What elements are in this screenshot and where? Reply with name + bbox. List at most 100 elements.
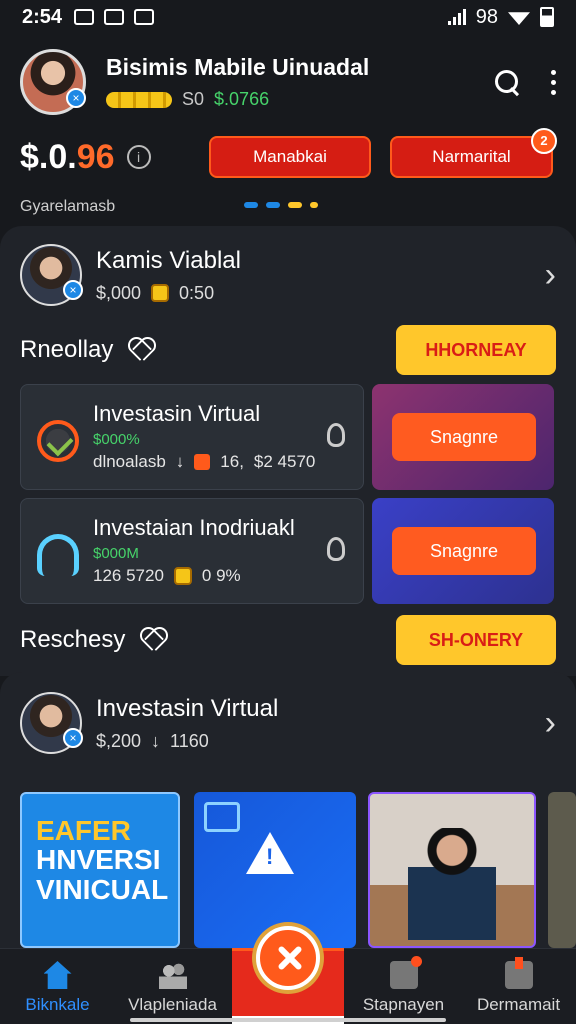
people-icon — [158, 961, 187, 989]
verified-icon: × — [63, 280, 83, 300]
notification-icon — [389, 956, 422, 989]
top-user-row[interactable]: × Kamis Viablal $,000 0:50 › — [20, 240, 556, 310]
wifi-icon — [508, 12, 530, 25]
indicator-dot — [310, 202, 318, 208]
investment-meta-value: 0 9% — [201, 566, 241, 585]
download-icon: ↓ — [175, 452, 185, 471]
header-meta: S0 $.0766 — [106, 89, 493, 110]
chevron-right-icon: › — [544, 256, 556, 294]
investment-subtitle: $000% — [93, 431, 140, 448]
hhorneay-button[interactable]: HHORNEAY — [396, 325, 556, 375]
coin-icon — [173, 567, 192, 585]
check-icon — [37, 420, 79, 462]
nav-vip-label: Vlapleniada — [128, 995, 217, 1014]
manabkai-button[interactable]: Manabkai — [209, 136, 371, 178]
nav-dem[interactable]: Dermamait — [461, 949, 576, 1024]
key-icon — [327, 537, 345, 561]
user-meta: $,000 0:50 — [96, 283, 545, 304]
profile-header: × Bisimis Mabile Uinuadal S0 $.0766 — [20, 46, 556, 118]
person-image — [408, 828, 496, 940]
nav-vip[interactable]: Vlapleniada — [115, 949, 230, 1024]
investment-card[interactable]: Investasin Virtual $000% dlnoalasb ↓ 16,… — [20, 384, 364, 490]
message-icon — [104, 9, 125, 25]
promo-line: EAFER — [36, 815, 131, 846]
promo-text: EAFER HNVERSI VINICUAL — [36, 815, 169, 905]
download-icon: ↓ — [151, 730, 161, 751]
notification-badge: 2 — [531, 128, 557, 154]
status-number: 98 — [475, 5, 498, 28]
app-name: Bisimis Mabile Uinuadal — [106, 54, 370, 80]
home-indicator — [130, 1018, 446, 1022]
signal-icon — [447, 9, 466, 25]
investment-text: Investaian Inodriuakl $000M 126 5720 0 9… — [93, 515, 347, 586]
section-heading-row: Rneollay HHORNEAY — [20, 323, 556, 377]
featured-user-row[interactable]: × Investasin Virtual $,200 ↓ 1160 › — [20, 688, 556, 758]
investment-meta-text: dlnoalasb — [93, 452, 166, 471]
home-icon — [43, 961, 72, 989]
subtitle-row: Gyarelamasb — [20, 196, 556, 218]
status-right: 98 — [447, 5, 554, 29]
person-thumbnail[interactable] — [368, 792, 536, 948]
header-actions — [493, 68, 556, 96]
balance-subtitle: Gyarelamasb — [20, 198, 116, 215]
balance-row: $.0.96 i Manabkai Narmarital 2 — [20, 128, 557, 180]
search-icon[interactable] — [493, 68, 521, 96]
user-meta: $,200 ↓ 1160 — [96, 731, 545, 752]
investment-card[interactable]: Investaian Inodriuakl $000M 126 5720 0 9… — [20, 498, 364, 604]
status-left-icons — [74, 9, 155, 25]
profile-avatar[interactable]: × — [20, 49, 86, 115]
promo-line: VINICUAL — [36, 873, 169, 905]
more-icon[interactable] — [551, 69, 556, 95]
bag-icon — [504, 957, 533, 989]
verified-icon: × — [66, 88, 86, 108]
thumbnail-row: EAFER HNVERSI VINICUAL — [20, 792, 576, 948]
indicator-dot — [266, 202, 280, 208]
snagnre-button[interactable]: Snagnre — [392, 413, 536, 461]
heart-icon[interactable] — [139, 627, 165, 653]
user-name: Investasin Virtual — [96, 694, 279, 722]
alert-thumbnail[interactable] — [194, 792, 356, 948]
narmarital-button[interactable]: Narmarital 2 — [390, 128, 557, 178]
indicator-dot — [244, 202, 258, 208]
balance-accent: 96 — [76, 137, 115, 176]
chart-icon — [204, 802, 240, 832]
key-icon — [327, 423, 345, 447]
investment-meta-value: $2 4570 — [253, 452, 316, 471]
investment-action-panel: Snagnre — [372, 498, 554, 604]
carousel-indicators — [244, 202, 318, 208]
promo-thumbnail[interactable]: EAFER HNVERSI VINICUAL — [20, 792, 180, 948]
investment-subtitle: $000M — [93, 545, 139, 562]
nav-home-label: Biknkale — [25, 995, 90, 1014]
user-name: Kamis Viablal — [96, 246, 241, 274]
level-bar — [106, 91, 172, 108]
nav-stap-label: Stapnayen — [362, 995, 445, 1014]
investment-meta-number: 16, — [220, 452, 244, 471]
arches-icon — [37, 534, 79, 576]
section-title: Reschesy — [20, 626, 126, 653]
info-icon[interactable]: i — [126, 145, 151, 169]
partial-thumbnail[interactable] — [548, 792, 576, 948]
investment-text: Investasin Virtual $000% dlnoalasb ↓ 16,… — [93, 401, 347, 472]
investment-title: Investaian Inodriuakl — [93, 515, 295, 540]
header-info: Bisimis Mabile Uinuadal S0 $.0766 — [106, 54, 493, 110]
section-title: Rneollay — [20, 336, 114, 363]
meta-value: $.0766 — [214, 89, 270, 109]
nav-home[interactable]: Biknkale — [0, 949, 115, 1024]
close-icon[interactable] — [256, 926, 320, 990]
verified-icon: × — [63, 728, 83, 748]
snagnre-button[interactable]: Snagnre — [392, 527, 536, 575]
user-amount: $,000 — [96, 282, 142, 303]
section-heading-row: Reschesy SH-ONERY — [20, 613, 556, 667]
balance-prefix: $.0. — [20, 137, 77, 176]
investment-meta-text: 126 5720 — [93, 566, 164, 585]
user-stat: 0:50 — [179, 282, 215, 303]
notification-icon — [74, 9, 95, 25]
heart-icon[interactable] — [127, 337, 153, 363]
settings-icon — [134, 9, 155, 25]
nav-stap[interactable]: Stapnayen — [346, 949, 461, 1024]
status-bar: 2:54 98 — [0, 0, 576, 34]
investment-title: Investasin Virtual — [93, 401, 261, 426]
warning-icon — [246, 832, 294, 874]
user-avatar: × — [20, 692, 83, 754]
shonery-button[interactable]: SH-ONERY — [396, 615, 556, 665]
